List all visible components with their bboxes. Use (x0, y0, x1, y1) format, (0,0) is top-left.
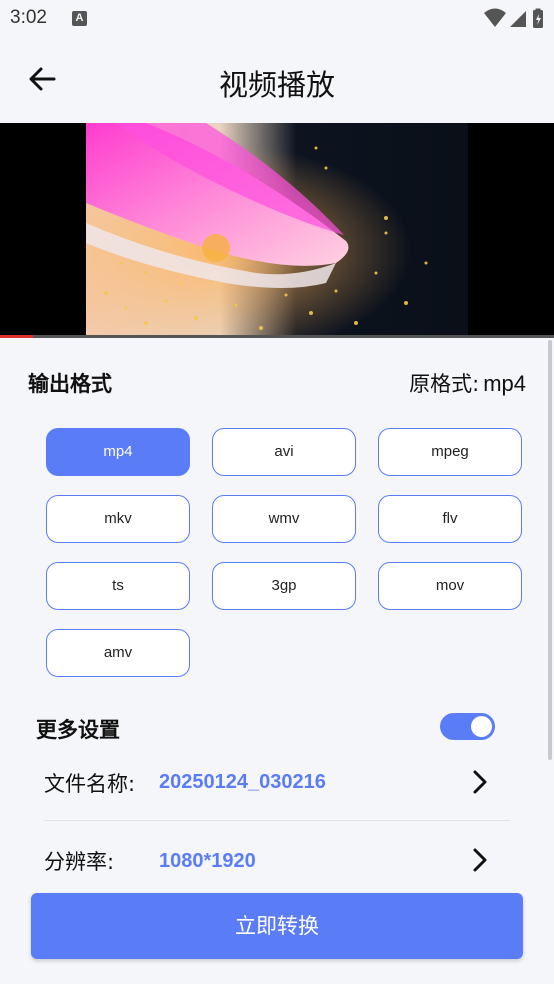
format-button-ts[interactable]: ts (46, 562, 190, 610)
divider (44, 820, 510, 821)
wifi-icon (484, 8, 506, 27)
resolution-chevron-right-icon[interactable] (469, 846, 491, 874)
format-button-avi[interactable]: avi (212, 428, 356, 476)
format-button-mkv[interactable]: mkv (46, 495, 190, 543)
more-settings-title: 更多设置 (36, 718, 120, 742)
file-name-label: 文件名称: (44, 772, 136, 796)
notification-icon: A (72, 11, 87, 26)
system-icons (484, 8, 543, 28)
status-bar: 3:02 A (0, 0, 554, 38)
format-button-mov[interactable]: mov (378, 562, 522, 610)
format-button-amv[interactable]: amv (46, 629, 190, 677)
page-title: 视频播放 (218, 68, 335, 102)
original-format-value: mp4 (483, 371, 526, 396)
format-button-wmv[interactable]: wmv (212, 495, 356, 543)
original-format: 原格式: mp4 (409, 368, 526, 398)
file-name-value[interactable]: 20250124_030216 (159, 771, 326, 794)
format-button-mp4[interactable]: mp4 (46, 428, 190, 476)
video-frame (86, 123, 468, 336)
format-button-3gp[interactable]: 3gp (212, 562, 356, 610)
resolution-value[interactable]: 1080*1920 (159, 850, 256, 873)
format-button-mpeg[interactable]: mpeg (378, 428, 522, 476)
status-time: 3:02 (10, 7, 47, 28)
toggle-knob (471, 716, 492, 737)
output-format-title: 输出格式 (28, 372, 112, 396)
file-name-chevron-right-icon[interactable] (469, 768, 491, 796)
video-player[interactable] (0, 123, 554, 336)
signal-icon (510, 11, 526, 27)
format-button-flv[interactable]: flv (378, 495, 522, 543)
more-settings-toggle[interactable] (440, 713, 495, 740)
app-header: 视频播放 (0, 38, 554, 122)
original-format-label: 原格式: (409, 372, 480, 396)
scrollbar[interactable] (548, 340, 552, 760)
notification-icon-letter: A (75, 12, 84, 24)
resolution-label: 分辨率: (44, 850, 115, 874)
convert-now-button[interactable]: 立即转换 (31, 893, 523, 959)
